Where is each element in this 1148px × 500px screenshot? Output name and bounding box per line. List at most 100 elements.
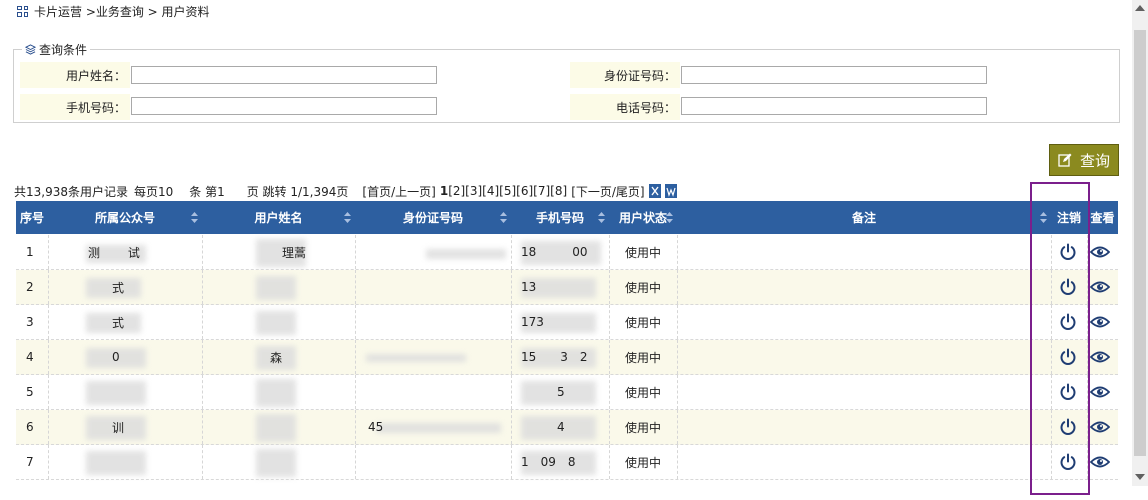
cell-mobile: 173 bbox=[521, 315, 544, 329]
column-divider bbox=[355, 375, 356, 409]
col-remark[interactable]: 备注 bbox=[677, 201, 1051, 234]
column-divider bbox=[48, 410, 49, 444]
cell-account: 训 bbox=[88, 420, 125, 435]
column-divider bbox=[355, 410, 356, 444]
cell-username bbox=[258, 305, 353, 339]
id-number-input[interactable] bbox=[681, 66, 987, 84]
cell-id-number: 45 bbox=[368, 420, 384, 434]
column-divider bbox=[609, 410, 610, 444]
column-divider bbox=[355, 270, 356, 304]
table-row: 1 测 试 理蒿 18 00 使用中 bbox=[16, 235, 1118, 270]
phone-input[interactable] bbox=[681, 97, 987, 115]
eye-icon[interactable] bbox=[1090, 420, 1110, 434]
pager-next-last[interactable]: [下一页/尾页] bbox=[571, 183, 644, 200]
phone-label: 电话号码： bbox=[570, 94, 680, 120]
query-button-label: 查询 bbox=[1079, 151, 1110, 170]
column-divider bbox=[511, 340, 512, 374]
column-divider bbox=[48, 445, 49, 479]
column-divider bbox=[609, 375, 610, 409]
table-row: 5 5 使用中 bbox=[16, 375, 1118, 410]
col-account[interactable]: 所属公众号 bbox=[48, 201, 202, 234]
cell-id-number bbox=[368, 340, 508, 374]
eye-icon[interactable] bbox=[1090, 315, 1110, 329]
cell-account bbox=[88, 445, 198, 479]
pager-first-prev[interactable]: [首页/上一页] bbox=[362, 183, 435, 200]
scroll-thumb[interactable] bbox=[1134, 30, 1146, 456]
eye-icon[interactable] bbox=[1090, 280, 1110, 294]
table-row: 6 训 45 4 使用中 bbox=[16, 410, 1118, 445]
col-username[interactable]: 用户姓名 bbox=[202, 201, 355, 234]
col-mobile[interactable]: 手机号码 bbox=[511, 201, 609, 234]
breadcrumb-text: 卡片运营 >业务查询 > 用户资料 bbox=[34, 4, 210, 19]
column-divider bbox=[48, 270, 49, 304]
column-divider bbox=[202, 270, 203, 304]
pager-per-page: 每页10 bbox=[134, 184, 174, 199]
query-legend-text: 查询条件 bbox=[39, 43, 88, 57]
cell-index: 2 bbox=[26, 280, 34, 294]
username-label: 用户姓名： bbox=[20, 62, 130, 88]
cell-username bbox=[258, 375, 353, 409]
cell-status: 使用中 bbox=[625, 455, 662, 470]
cell-account: 0 bbox=[88, 350, 120, 364]
column-divider bbox=[202, 375, 203, 409]
cell-index: 6 bbox=[26, 420, 34, 434]
column-divider bbox=[609, 305, 610, 339]
eye-icon[interactable] bbox=[1090, 245, 1110, 259]
eye-icon[interactable] bbox=[1090, 350, 1110, 364]
cell-account: 测 试 bbox=[88, 245, 140, 260]
pager-current: 1 bbox=[439, 184, 449, 198]
column-divider bbox=[202, 410, 203, 444]
query-button[interactable]: 查询 bbox=[1049, 144, 1119, 176]
cell-account: 式 bbox=[88, 280, 125, 295]
id-number-label: 身份证号码： bbox=[570, 62, 680, 88]
cell-status: 使用中 bbox=[625, 350, 662, 365]
cell-id-number bbox=[368, 445, 508, 479]
column-divider bbox=[355, 340, 356, 374]
grid-icon bbox=[17, 5, 28, 17]
column-divider bbox=[511, 410, 512, 444]
column-divider bbox=[609, 270, 610, 304]
username-input[interactable] bbox=[131, 66, 437, 84]
eye-icon[interactable] bbox=[1090, 385, 1110, 399]
col-index[interactable]: 序号 bbox=[16, 201, 48, 234]
col-status-label: 用户状态 bbox=[618, 211, 667, 225]
cell-status: 使用中 bbox=[625, 315, 662, 330]
column-divider bbox=[355, 235, 356, 269]
pager-pages[interactable]: [2][3][4][5][6][7][8] bbox=[448, 184, 567, 198]
sort-icon bbox=[344, 212, 351, 223]
col-remark-label: 备注 bbox=[851, 211, 876, 225]
mobile-label: 手机号码： bbox=[20, 94, 130, 120]
layers-icon bbox=[25, 44, 36, 55]
pager-total: 共13,938条用户记录 bbox=[14, 184, 128, 199]
cell-username: 森 bbox=[258, 350, 283, 365]
table-row: 2 式 13 使用中 bbox=[16, 270, 1118, 305]
eye-icon[interactable] bbox=[1090, 455, 1110, 469]
col-id-number[interactable]: 身份证号码 bbox=[355, 201, 511, 234]
col-view[interactable]: 查看 bbox=[1087, 201, 1118, 234]
column-divider bbox=[511, 270, 512, 304]
word-icon[interactable] bbox=[664, 184, 677, 198]
excel-icon[interactable] bbox=[648, 184, 661, 198]
sort-icon bbox=[666, 212, 673, 223]
cell-account: 式 bbox=[88, 315, 125, 330]
highlight-box bbox=[1030, 182, 1090, 495]
sort-icon bbox=[191, 212, 198, 223]
column-divider bbox=[202, 445, 203, 479]
cell-status: 使用中 bbox=[625, 245, 662, 260]
col-mobile-label: 手机号码 bbox=[535, 211, 584, 225]
cell-mobile: 15 3 2 bbox=[521, 350, 588, 364]
column-divider bbox=[511, 375, 512, 409]
scroll-up-icon[interactable] bbox=[1135, 5, 1145, 11]
scroll-down-icon[interactable] bbox=[1135, 474, 1145, 480]
cell-status: 使用中 bbox=[625, 385, 662, 400]
cell-index: 4 bbox=[26, 350, 34, 364]
mobile-input[interactable] bbox=[131, 97, 437, 115]
column-divider bbox=[202, 340, 203, 374]
column-divider bbox=[511, 445, 512, 479]
cell-status: 使用中 bbox=[625, 420, 662, 435]
table-row: 3 式 173 使用中 bbox=[16, 305, 1118, 340]
col-status[interactable]: 用户状态 bbox=[609, 201, 677, 234]
table-row: 7 1 09 8 使用中 bbox=[16, 445, 1118, 480]
column-divider bbox=[48, 375, 49, 409]
pager-page-label: 页 跳转 1/1,394页 bbox=[246, 184, 349, 199]
